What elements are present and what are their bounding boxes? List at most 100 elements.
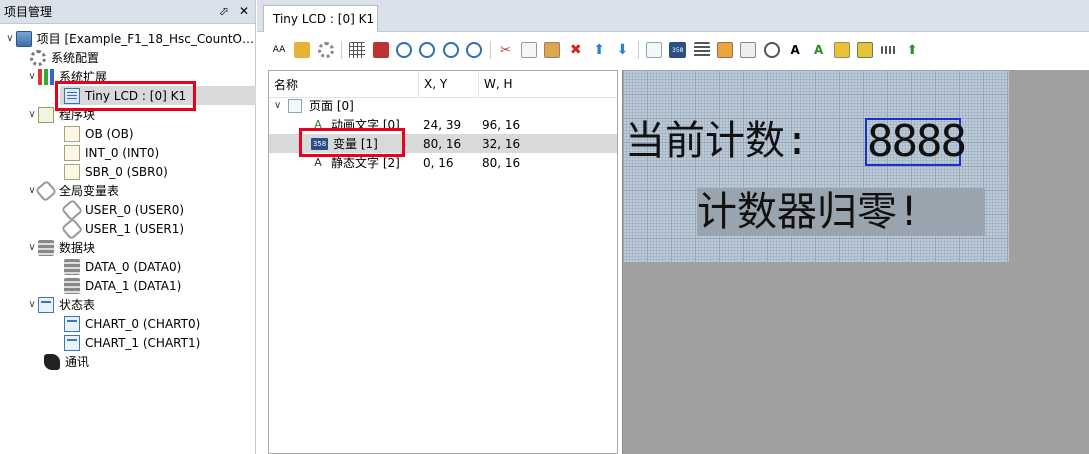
variable-icon: 358 xyxy=(311,137,328,150)
toolbar-separator xyxy=(637,41,639,59)
program-block-icon xyxy=(38,106,54,123)
data-block-icon xyxy=(38,239,54,256)
tree-item-data-blocks[interactable]: ∨ 数据块 xyxy=(26,238,95,257)
editor-tab-bar: Tiny LCD : [0] K1 xyxy=(257,0,1089,32)
tree-item-data1[interactable]: DATA_1 (DATA1) xyxy=(64,276,181,295)
zoom-in-icon[interactable] xyxy=(395,42,412,58)
tree-item-user0[interactable]: USER_0 (USER0) xyxy=(60,198,185,221)
expand-arrow-icon[interactable]: ∨ xyxy=(274,100,288,111)
tree-item-label: CHART_1 (CHART1) xyxy=(85,335,201,350)
add-element-icon[interactable]: ⬆ xyxy=(904,42,920,58)
pou-icon xyxy=(64,144,80,161)
add-bar-icon[interactable] xyxy=(880,46,897,54)
lcd-design-canvas[interactable]: 当前计数: 8888 计数器归零! xyxy=(622,70,1089,454)
tree-item-label: CHART_0 (CHART0) xyxy=(85,316,201,331)
add-clock-icon[interactable] xyxy=(763,42,780,58)
snap-grid-icon[interactable] xyxy=(372,42,389,58)
zoom-fit-icon[interactable] xyxy=(442,42,459,58)
move-up-icon[interactable]: ⬆ xyxy=(591,42,607,58)
list-item-name: 静态文字 [2] xyxy=(331,156,400,170)
add-static-text-icon[interactable]: A xyxy=(787,42,803,58)
list-item-variable[interactable]: 358 变量 [1] 80, 16 32, 16 xyxy=(269,134,617,153)
tree-item-tiny-lcd[interactable]: Tiny LCD : [0] K1 xyxy=(60,86,256,105)
settings-gear-icon[interactable] xyxy=(317,42,334,58)
pou-icon xyxy=(64,163,80,180)
grid-icon[interactable] xyxy=(349,42,366,58)
tree-item-global-vars[interactable]: ∨ 全局变量表 xyxy=(26,179,120,202)
tree-item-label: SBR_0 (SBR0) xyxy=(85,164,168,179)
tree-item-chart0[interactable]: CHART_0 (CHART0) xyxy=(64,314,200,333)
tree-item-int0[interactable]: INT_0 (INT0) xyxy=(64,143,159,162)
tree-item-chart1[interactable]: CHART_1 (CHART1) xyxy=(64,333,200,352)
status-table-icon xyxy=(64,315,80,332)
add-button-icon[interactable] xyxy=(740,42,757,58)
list-item-wh: 80, 16 xyxy=(482,155,521,170)
lcd-variable[interactable]: 8888 xyxy=(865,118,967,166)
tree-item-data0[interactable]: DATA_0 (DATA0) xyxy=(64,257,181,276)
add-animated-bitmap-icon[interactable] xyxy=(857,42,874,58)
list-item-name: 变量 [1] xyxy=(333,137,378,151)
float-panel-button[interactable]: ⬀ xyxy=(219,4,229,18)
lcd-animated-text[interactable]: 当前计数: xyxy=(625,117,809,165)
copy-icon[interactable] xyxy=(520,42,537,58)
tree-item-ob[interactable]: OB (OB) xyxy=(64,124,134,143)
cut-icon[interactable]: ✂ xyxy=(498,42,514,58)
lcd-static-text[interactable]: 计数器归零! xyxy=(697,188,985,236)
element-list-header: 名称 X, Y W, H xyxy=(269,71,617,98)
list-item-animated-text[interactable]: A 动画文字 [0] 24, 39 96, 16 xyxy=(269,115,617,134)
close-panel-button[interactable]: ✕ xyxy=(239,4,249,18)
tree-item-program-blocks[interactable]: ∨ 程序块 xyxy=(26,105,95,124)
column-header-name[interactable]: 名称 xyxy=(269,71,419,97)
add-list-icon[interactable] xyxy=(693,42,710,58)
column-header-xy[interactable]: X, Y xyxy=(419,71,479,97)
column-header-wh[interactable]: W, H xyxy=(479,71,617,97)
expand-arrow-icon[interactable]: ∨ xyxy=(26,71,38,82)
page-icon xyxy=(288,98,302,113)
expand-arrow-icon[interactable]: ∨ xyxy=(26,109,38,120)
tree-item-system-extension[interactable]: ∨ 系统扩展 xyxy=(26,67,107,86)
delete-icon[interactable]: ✖ xyxy=(568,42,584,58)
tree-item-label: 项目 [Example_F1_18_Hsc_CountO… xyxy=(36,32,254,46)
add-page-icon[interactable] xyxy=(645,42,662,58)
add-animated-text-icon[interactable]: A xyxy=(811,42,827,58)
add-image-icon[interactable] xyxy=(717,42,734,58)
tree-item-system-config[interactable]: 系统配置 xyxy=(30,48,99,67)
expand-arrow-icon[interactable]: ∨ xyxy=(26,299,38,310)
list-item-wh: 32, 16 xyxy=(482,136,521,151)
expand-arrow-icon[interactable]: ∨ xyxy=(4,33,16,44)
lcd-preview[interactable]: 当前计数: 8888 计数器归零! xyxy=(623,70,1009,262)
list-item-name: 动画文字 [0] xyxy=(331,118,400,132)
paste-icon[interactable] xyxy=(544,42,561,58)
move-down-icon[interactable]: ⬇ xyxy=(614,42,630,58)
tab-tiny-lcd[interactable]: Tiny LCD : [0] K1 xyxy=(263,5,378,32)
zoom-out-icon[interactable] xyxy=(419,42,436,58)
lcd-editor-toolbar: AA ✂ ✖ ⬆ ⬇ 358 A A ⬆ xyxy=(257,33,1089,67)
static-text-icon: A xyxy=(314,156,322,169)
tree-item-label: 全局变量表 xyxy=(59,184,120,198)
tree-item-sbr0[interactable]: SBR_0 (SBR0) xyxy=(64,162,168,181)
variable-table-icon xyxy=(60,198,84,221)
add-variable-icon[interactable]: 358 xyxy=(669,42,687,58)
toolbar-separator xyxy=(489,41,491,59)
list-item-static-text[interactable]: A 静态文字 [2] 0, 16 80, 16 xyxy=(269,153,617,172)
tree-item-label: USER_1 (USER1) xyxy=(85,221,185,236)
font-size-icon[interactable]: AA xyxy=(271,42,287,58)
tree-item-status-tables[interactable]: ∨ 状态表 xyxy=(26,295,95,314)
tree-item-label: USER_0 (USER0) xyxy=(85,202,185,217)
gear-icon xyxy=(30,49,46,66)
page-properties-icon[interactable] xyxy=(294,42,311,58)
tree-item-label: 系统扩展 xyxy=(59,70,108,84)
tree-item-label: DATA_0 (DATA0) xyxy=(85,259,182,274)
add-bitmap-icon[interactable] xyxy=(833,42,850,58)
tree-item-label: 通讯 xyxy=(65,355,90,369)
data-block-icon xyxy=(64,258,80,275)
tree-item-project[interactable]: ∨ 项目 [Example_F1_18_Hsc_CountO… xyxy=(4,29,254,48)
list-item-page[interactable]: ∨ 页面 [0] xyxy=(269,96,617,115)
tree-item-communication[interactable]: 通讯 xyxy=(44,352,89,371)
tree-item-label: 系统配置 xyxy=(51,51,100,65)
animated-text-icon: A xyxy=(314,118,322,131)
tree-item-label: DATA_1 (DATA1) xyxy=(85,278,182,293)
tree-item-user1[interactable]: USER_1 (USER1) xyxy=(60,217,185,240)
zoom-reset-icon[interactable] xyxy=(466,42,483,58)
expand-arrow-icon[interactable]: ∨ xyxy=(26,242,38,253)
